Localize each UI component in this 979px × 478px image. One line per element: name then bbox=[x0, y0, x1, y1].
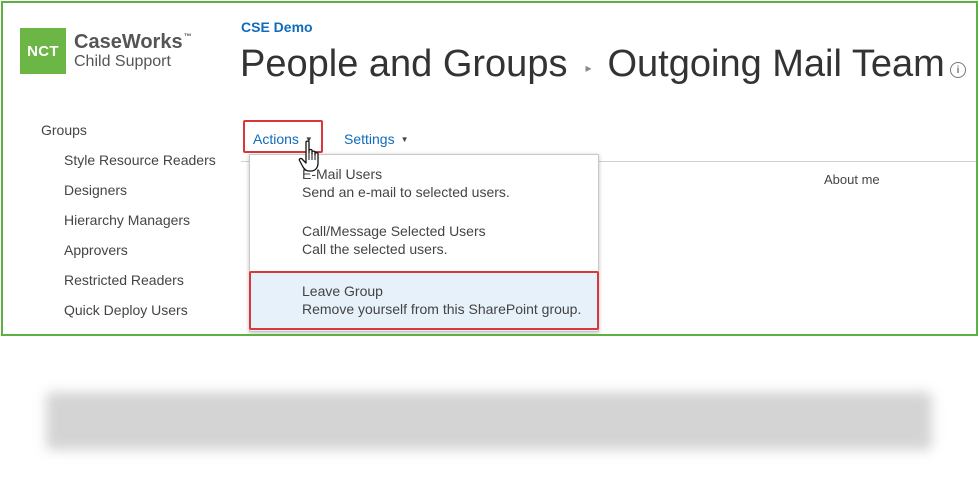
sidebar-item-quick-deploy-users[interactable]: Quick Deploy Users bbox=[64, 301, 224, 319]
logo-name: CaseWorks™ bbox=[74, 32, 192, 52]
logo-trademark: ™ bbox=[183, 32, 192, 41]
nav-heading-groups[interactable]: Groups bbox=[41, 122, 87, 138]
column-header-about-me[interactable]: About me bbox=[824, 172, 880, 187]
sidebar-item-restricted-readers[interactable]: Restricted Readers bbox=[64, 271, 224, 289]
menu-item-call-message-users[interactable]: Call/Message Selected Users Call the sel… bbox=[250, 222, 598, 262]
sidebar-item-designers[interactable]: Designers bbox=[64, 181, 224, 199]
page-title: People and Groups ▸ Outgoing Mail Team bbox=[240, 43, 945, 86]
sidebar-item-hierarchy-managers[interactable]: Hierarchy Managers bbox=[64, 211, 224, 229]
logo-name-text: CaseWorks bbox=[74, 31, 183, 53]
logo-badge: NCT bbox=[20, 28, 66, 74]
menu-item-description: Send an e-mail to selected users. bbox=[302, 184, 510, 200]
page-title-part2: Outgoing Mail Team bbox=[607, 43, 945, 85]
settings-menu-button[interactable]: Settings ▼ bbox=[344, 131, 409, 147]
caseworks-logo[interactable]: NCT CaseWorks™ Child Support bbox=[20, 28, 192, 74]
menu-item-description: Call the selected users. bbox=[302, 241, 448, 257]
logo-text: CaseWorks™ Child Support bbox=[74, 32, 192, 70]
page-title-part1[interactable]: People and Groups bbox=[240, 43, 567, 86]
blurred-content-bar bbox=[46, 392, 932, 450]
logo-subtitle: Child Support bbox=[74, 53, 171, 70]
menu-item-title: Call/Message Selected Users bbox=[302, 223, 486, 239]
sidebar-item-approvers[interactable]: Approvers bbox=[64, 241, 224, 259]
settings-label: Settings bbox=[344, 131, 395, 147]
chevron-down-icon: ▼ bbox=[400, 134, 409, 144]
breadcrumb-separator-icon: ▸ bbox=[585, 60, 592, 75]
sidebar-nav: Style Resource Readers Designers Hierarc… bbox=[64, 151, 224, 331]
hand-pointer-cursor-icon bbox=[298, 140, 319, 172]
leave-group-callout-box bbox=[249, 271, 599, 330]
sidebar-item-style-resource-readers[interactable]: Style Resource Readers bbox=[64, 151, 224, 169]
site-name-link[interactable]: CSE Demo bbox=[241, 19, 313, 35]
menu-item-title: E-Mail Users bbox=[302, 166, 383, 182]
info-icon[interactable]: i bbox=[950, 62, 966, 78]
app-window: NCT CaseWorks™ Child Support CSE Demo Pe… bbox=[1, 1, 978, 336]
